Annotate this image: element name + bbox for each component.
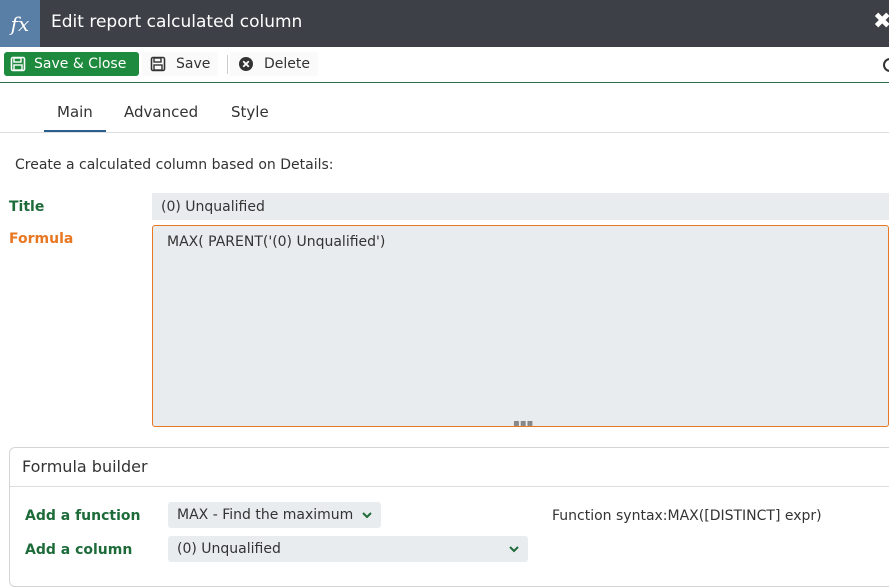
add-column-label: Add a column	[25, 542, 133, 558]
add-function-value: MAX - Find the maximum	[177, 507, 354, 523]
toolbar: Save & Close Save Delete	[0, 47, 889, 83]
formula-builder-heading: Formula builder	[22, 457, 148, 476]
add-function-select[interactable]: MAX - Find the maximum	[168, 502, 381, 528]
add-function-label: Add a function	[25, 508, 141, 524]
add-column-value: (0) Unqualified	[177, 541, 281, 557]
delete-circle-x-icon	[239, 57, 253, 71]
floppy-disk-icon	[150, 56, 166, 72]
floppy-disk-icon	[10, 56, 26, 72]
save-and-close-label: Save & Close	[34, 56, 127, 72]
chevron-down-icon	[362, 512, 372, 519]
more-icon[interactable]	[883, 58, 889, 72]
save-label: Save	[176, 56, 211, 72]
window-titlebar: fx Edit report calculated column ✖	[0, 0, 889, 47]
tab-advanced[interactable]: Advanced	[124, 103, 198, 121]
title-input[interactable]: (0) Unqualified	[152, 193, 889, 220]
tab-style[interactable]: Style	[231, 103, 269, 121]
add-column-select[interactable]: (0) Unqualified	[168, 536, 528, 562]
resize-handle-icon[interactable]: ▪▪▪	[513, 418, 533, 429]
tab-divider	[0, 132, 889, 133]
toolbar-separator	[227, 55, 228, 74]
tab-main[interactable]: Main	[57, 103, 93, 121]
save-button[interactable]: Save	[142, 52, 219, 76]
formula-textarea[interactable]: MAX( PARENT('(0) Unqualified')	[152, 225, 889, 427]
delete-label: Delete	[264, 56, 310, 72]
formula-label: Formula	[9, 231, 74, 247]
form-description: Create a calculated column based on Deta…	[15, 157, 334, 173]
delete-button[interactable]: Delete	[230, 52, 318, 76]
window-title: Edit report calculated column	[51, 12, 303, 32]
title-label: Title	[9, 199, 45, 215]
chevron-down-icon	[509, 546, 519, 553]
builder-divider	[10, 486, 889, 487]
tab-bar: Main Advanced Style	[0, 82, 889, 134]
close-icon[interactable]: ✖	[873, 9, 889, 35]
save-and-close-button[interactable]: Save & Close	[4, 52, 139, 76]
function-syntax-text: Function syntax:MAX([DISTINCT] expr)	[552, 508, 822, 524]
fx-icon: fx	[0, 0, 40, 47]
